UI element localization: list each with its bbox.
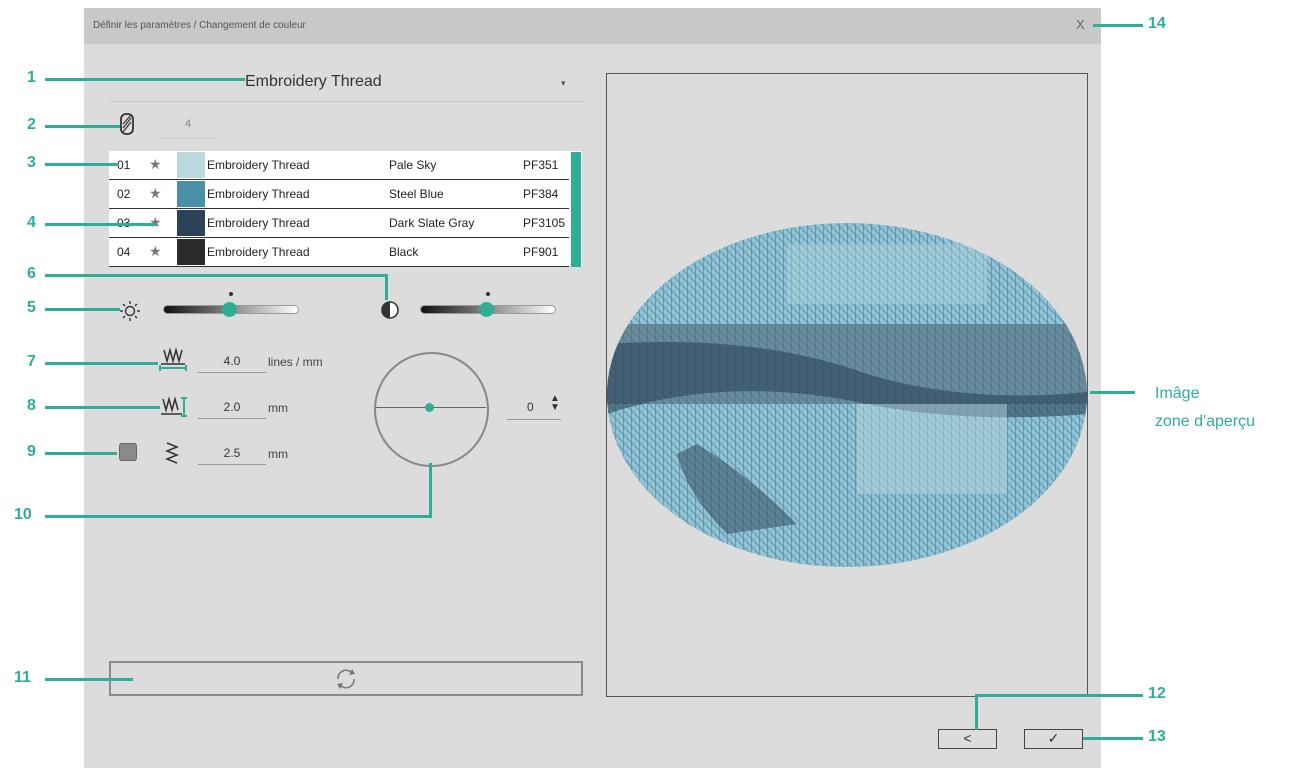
callout-line-2 bbox=[45, 125, 120, 128]
thread-color-name: Dark Slate Gray bbox=[389, 216, 475, 230]
thread-number: 04 bbox=[117, 245, 131, 259]
thread-count-field[interactable]: 4 bbox=[161, 112, 215, 139]
thread-code: PF3105 bbox=[523, 216, 566, 230]
callout-13: 13 bbox=[1148, 728, 1166, 745]
callout-3: 3 bbox=[27, 154, 36, 171]
stitch-length-unit: mm bbox=[268, 401, 288, 415]
stitch-length-field[interactable]: 2.0 bbox=[198, 396, 266, 419]
callout-line-13 bbox=[1083, 737, 1143, 740]
callout-line-10 bbox=[45, 515, 432, 518]
callout-line-8 bbox=[45, 406, 160, 409]
thread-type: Embroidery Thread bbox=[207, 158, 310, 172]
callout-line-7 bbox=[45, 362, 158, 365]
color-swatch bbox=[177, 181, 205, 207]
thread-color-table: 01 ★ Embroidery Thread Pale Sky PF351 02… bbox=[109, 151, 582, 267]
refresh-icon bbox=[337, 669, 355, 689]
density-unit: lines / mm bbox=[268, 355, 323, 369]
callout-5: 5 bbox=[27, 299, 36, 316]
callout-line-1 bbox=[45, 78, 245, 81]
ok-button[interactable]: ✓ bbox=[1024, 729, 1083, 749]
callout-11: 11 bbox=[14, 669, 31, 686]
brightness-slider-thumb[interactable] bbox=[222, 302, 237, 317]
callout-8: 8 bbox=[27, 397, 36, 414]
thread-number: 02 bbox=[117, 187, 131, 201]
angle-spinner-icon[interactable]: ▲ ▼ bbox=[550, 394, 560, 413]
brightness-icon bbox=[120, 301, 140, 321]
preview-area-caption: Imâge zone d'aperçu bbox=[1155, 380, 1255, 436]
color-swatch bbox=[177, 152, 205, 178]
callout-line-preview bbox=[1090, 391, 1135, 394]
underlay-checkbox[interactable] bbox=[119, 443, 137, 461]
callout-10: 10 bbox=[14, 506, 32, 523]
color-swatch bbox=[177, 210, 205, 236]
contrast-slider-thumb[interactable] bbox=[479, 302, 494, 317]
stitch-length-icon bbox=[161, 396, 187, 417]
callout-line-9 bbox=[45, 452, 117, 455]
callout-12: 12 bbox=[1148, 685, 1166, 702]
color-swatch bbox=[177, 239, 205, 265]
thread-type: Embroidery Thread bbox=[207, 245, 310, 259]
thread-number: 01 bbox=[117, 158, 131, 172]
star-icon[interactable]: ★ bbox=[149, 243, 162, 260]
callout-9: 9 bbox=[27, 443, 36, 460]
density-icon bbox=[159, 347, 187, 371]
angle-dial-handle[interactable] bbox=[425, 403, 434, 412]
thread-brand-label: Embroidery Thread bbox=[245, 73, 382, 90]
close-button[interactable]: X bbox=[1076, 17, 1085, 32]
caption-line-1: Imâge bbox=[1155, 385, 1200, 402]
thread-spool-icon bbox=[120, 113, 134, 135]
thread-color-name: Black bbox=[389, 245, 419, 259]
angle-value: 0 bbox=[527, 400, 534, 414]
table-row[interactable]: 03 ★ Embroidery Thread Dark Slate Gray P… bbox=[109, 209, 569, 238]
callout-line-4 bbox=[45, 223, 157, 226]
callout-line-6 bbox=[45, 274, 387, 277]
callout-line-12 bbox=[975, 694, 1143, 697]
slider-default-marker bbox=[486, 292, 490, 296]
callout-1: 1 bbox=[27, 69, 36, 86]
run-pitch-field[interactable]: 2.5 bbox=[198, 442, 266, 465]
table-row[interactable]: 02 ★ Embroidery Thread Steel Blue PF384 bbox=[109, 180, 569, 209]
contrast-icon bbox=[381, 301, 399, 319]
thread-code: PF384 bbox=[523, 187, 559, 201]
run-pitch-unit: mm bbox=[268, 447, 288, 461]
run-pitch-icon bbox=[164, 442, 180, 464]
thread-code: PF351 bbox=[523, 158, 559, 172]
callout-7: 7 bbox=[27, 353, 36, 370]
callout-line-14 bbox=[1093, 24, 1143, 27]
callout-14: 14 bbox=[1148, 15, 1166, 32]
density-field[interactable]: 4.0 bbox=[198, 350, 266, 373]
table-row[interactable]: 01 ★ Embroidery Thread Pale Sky PF351 bbox=[109, 151, 569, 180]
callout-line-6-vertical bbox=[385, 274, 388, 300]
slider-default-marker bbox=[229, 292, 233, 296]
dialog-title: Définir les paramètres / Changement de c… bbox=[93, 20, 306, 31]
image-preview-area bbox=[606, 73, 1088, 697]
thread-color-name: Steel Blue bbox=[389, 187, 444, 201]
caption-line-2: zone d'aperçu bbox=[1155, 413, 1256, 430]
chevron-down-icon[interactable]: ▾ bbox=[561, 78, 566, 89]
embroidery-preview-image bbox=[607, 223, 1087, 567]
thread-type: Embroidery Thread bbox=[207, 187, 310, 201]
callout-6: 6 bbox=[27, 265, 36, 282]
callout-4: 4 bbox=[27, 214, 36, 231]
callout-line-3 bbox=[45, 163, 117, 166]
star-icon[interactable]: ★ bbox=[149, 185, 162, 202]
thread-type: Embroidery Thread bbox=[207, 216, 310, 230]
back-button[interactable]: < bbox=[938, 729, 997, 749]
table-row[interactable]: 04 ★ Embroidery Thread Black PF901 bbox=[109, 238, 569, 267]
callout-line-12-vertical bbox=[975, 694, 978, 730]
angle-field[interactable]: 0 ▲ ▼ bbox=[507, 394, 561, 420]
callout-2: 2 bbox=[27, 116, 36, 133]
thread-code: PF901 bbox=[523, 245, 559, 259]
callout-line-5 bbox=[45, 308, 120, 311]
thread-color-name: Pale Sky bbox=[389, 158, 437, 172]
callout-line-10-vertical bbox=[429, 463, 432, 518]
table-scrollbar[interactable] bbox=[571, 152, 581, 267]
star-icon[interactable]: ★ bbox=[149, 156, 162, 173]
refresh-preview-button[interactable] bbox=[109, 661, 583, 696]
callout-line-11 bbox=[45, 678, 133, 681]
